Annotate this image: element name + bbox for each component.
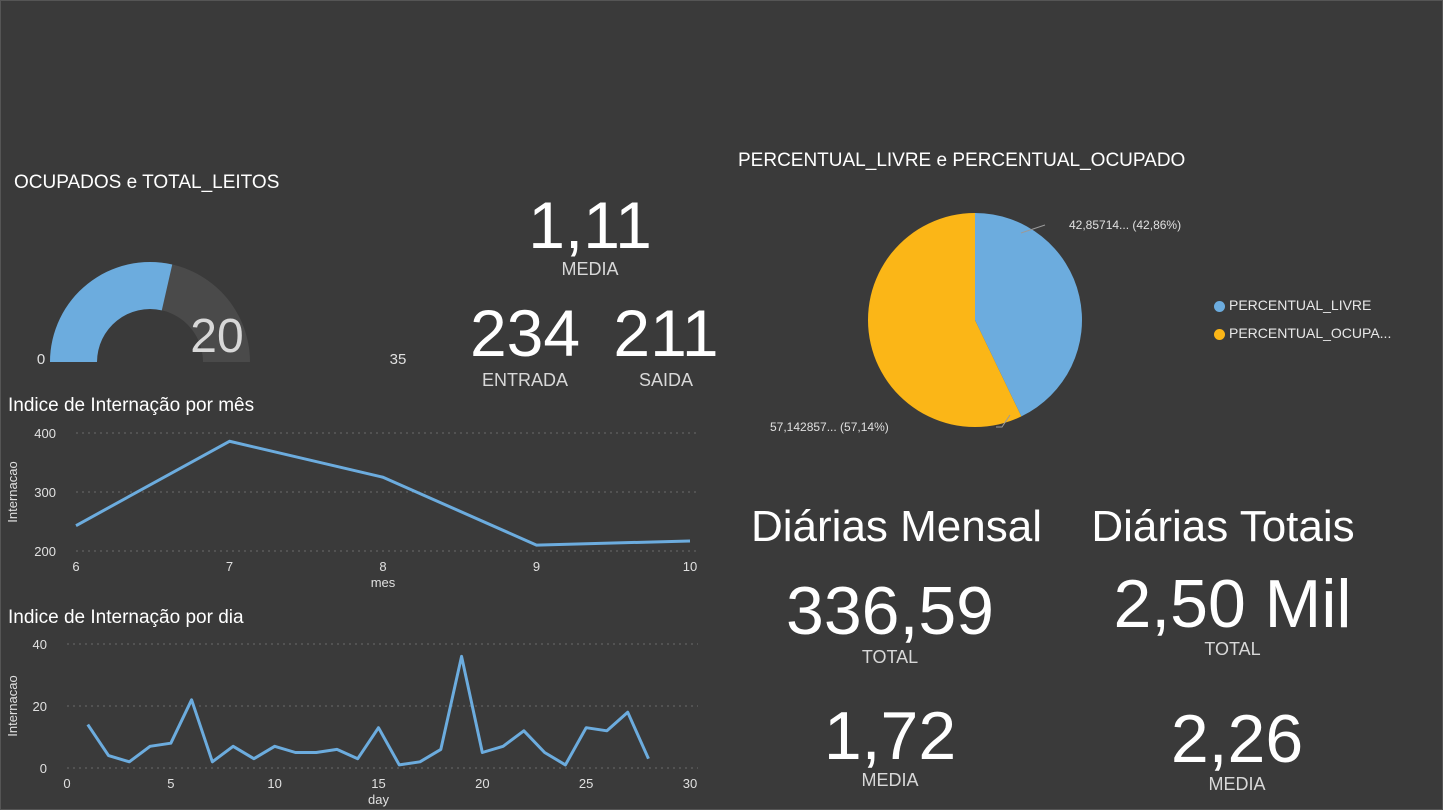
day-xtick-label: 5 — [167, 776, 174, 791]
month-yaxis-label: Internacao — [5, 461, 20, 522]
day-series-line — [86, 654, 650, 767]
pie-label-livre: 42,85714... (42,86%) — [1069, 218, 1182, 232]
legend-label-livre: PERCENTUAL_LIVRE — [1229, 297, 1372, 313]
month-xtick-label: 10 — [683, 559, 697, 574]
month-ytick-label: 300 — [34, 485, 56, 500]
gauge-value: 20 — [190, 310, 243, 363]
diarias-mensal-total-label: TOTAL — [861, 647, 919, 667]
day-ytick-label: 0 — [40, 761, 47, 776]
line-chart-day[interactable]: 0 20 40 0 5 10 15 20 25 30 day Internacao — [0, 630, 710, 810]
saida-kpi-label: SAIDA — [638, 370, 694, 390]
day-xaxis-label: day — [368, 792, 389, 807]
line-chart-month-title: Indice de Internação por mês — [8, 395, 255, 416]
month-xtick-label: 8 — [379, 559, 386, 574]
diarias-totais-total-label: TOTAL — [1204, 639, 1261, 659]
month-xtick-label: 9 — [533, 559, 540, 574]
day-xtick-label: 30 — [683, 776, 697, 791]
gauge-max-label: 35 — [390, 351, 407, 368]
line-chart-month[interactable]: 200 300 400 6 7 8 9 10 mes Internacao — [0, 420, 710, 595]
month-ytick-label: 400 — [34, 426, 56, 441]
diarias-mensal-title: Diárias Mensal — [751, 502, 1042, 551]
media-kpi-value: 1,11 — [528, 188, 652, 262]
month-series-line — [75, 439, 691, 547]
day-xtick-label: 25 — [579, 776, 593, 791]
legend-label-ocupado: PERCENTUAL_OCUPA... — [1229, 325, 1392, 341]
month-xtick-label: 6 — [72, 559, 79, 574]
day-xtick-label: 10 — [267, 776, 281, 791]
line-chart-day-title: Indice de Internação por dia — [8, 607, 244, 628]
legend-item-ocupado[interactable]: PERCENTUAL_OCUPA... — [1214, 325, 1391, 341]
day-xtick-label: 20 — [475, 776, 489, 791]
day-xtick-label: 15 — [371, 776, 385, 791]
legend-dot-icon — [1214, 328, 1225, 340]
pie-leader-lines — [996, 224, 1046, 428]
gauge-fill — [50, 262, 173, 362]
saida-kpi-value: 211 — [613, 296, 719, 370]
gauge-chart[interactable]: 20 0 35 — [0, 190, 440, 380]
diarias-mensal-total-value: 336,59 — [786, 573, 994, 649]
pie-label-ocupado: 57,142857... (57,14%) — [770, 420, 889, 434]
day-ytick-label: 20 — [33, 699, 47, 714]
diarias-totais-title: Diárias Totais — [1091, 502, 1355, 551]
diarias-totais-media-label: MEDIA — [1208, 774, 1266, 794]
pie-chart-title: PERCENTUAL_LIVRE e PERCENTUAL_OCUPADO — [738, 150, 1186, 171]
legend-dot-icon — [1214, 300, 1225, 312]
month-xaxis-label: mes — [371, 575, 396, 590]
entrada-kpi-value: 234 — [469, 296, 581, 370]
media-kpi-label: MEDIA — [561, 259, 619, 279]
gauge-min-label: 0 — [37, 351, 45, 368]
month-ytick-label: 200 — [34, 544, 56, 559]
month-xtick-label: 7 — [226, 559, 233, 574]
day-xtick-label: 0 — [63, 776, 70, 791]
entrada-kpi-label: ENTRADA — [481, 370, 568, 390]
legend-item-livre[interactable]: PERCENTUAL_LIVRE — [1214, 297, 1371, 313]
diarias-mensal-media-value: 1,72 — [823, 698, 957, 774]
diarias-totais-media-value: 2,26 — [1170, 701, 1304, 777]
diarias-mensal-media-label: MEDIA — [861, 770, 919, 790]
diarias-totais-total-value: 2,50 Mil — [1113, 566, 1352, 642]
day-yaxis-label: Internacao — [5, 675, 20, 736]
day-ytick-label: 40 — [33, 637, 47, 652]
